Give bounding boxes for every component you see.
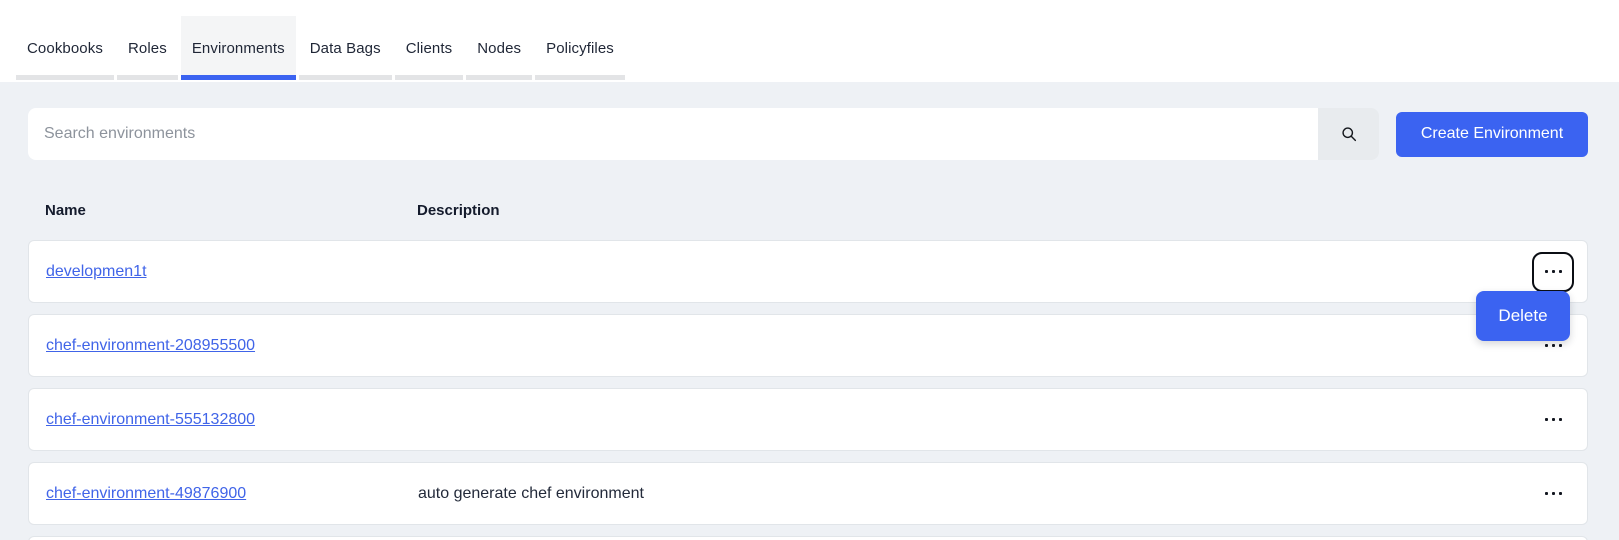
environments-table: developmen1t Delete chef-environment-208… — [28, 240, 1588, 540]
tab-label: Environments — [192, 40, 285, 57]
column-header-name: Name — [45, 202, 417, 219]
create-environment-button[interactable]: Create Environment — [1396, 112, 1588, 157]
row-menu-button[interactable] — [1532, 400, 1574, 440]
search-input[interactable] — [28, 108, 1318, 160]
name-cell: chef-environment-49876900 — [46, 485, 418, 503]
tab-roles[interactable]: Roles — [117, 16, 178, 80]
tab-label: Policyfiles — [546, 40, 614, 57]
search-button[interactable] — [1318, 108, 1379, 160]
tab-data-bags[interactable]: Data Bags — [299, 16, 392, 80]
ellipsis-icon — [1545, 270, 1548, 273]
environment-link[interactable]: chef-environment-555132800 — [46, 411, 255, 428]
row-actions: Delete — [1532, 241, 1574, 302]
ellipsis-icon — [1545, 418, 1548, 421]
row-menu-button[interactable] — [1532, 474, 1574, 514]
tab-nodes[interactable]: Nodes — [466, 16, 532, 80]
table-row: chef-environment-555132800 — [28, 388, 1588, 451]
tab-label: Roles — [128, 40, 167, 57]
ellipsis-icon — [1545, 344, 1548, 347]
tab-environments[interactable]: Environments — [181, 16, 296, 80]
name-cell: developmen1t — [46, 263, 418, 281]
delete-menu-item[interactable]: Delete — [1476, 291, 1570, 341]
table-row: chef-environment-208955500 — [28, 314, 1588, 377]
tab-cookbooks[interactable]: Cookbooks — [16, 16, 114, 80]
search-icon — [1339, 124, 1359, 144]
table-row: chef-environment-49876900 auto generate … — [28, 462, 1588, 525]
tab-label: Nodes — [477, 40, 521, 57]
environments-page: Create Environment Name Description deve… — [28, 108, 1588, 540]
environment-link[interactable]: developmen1t — [46, 263, 147, 280]
tab-label: Cookbooks — [27, 40, 103, 57]
toolbar: Create Environment — [28, 108, 1588, 160]
row-actions — [1532, 463, 1574, 524]
description-cell: auto generate chef environment — [418, 485, 1532, 503]
tab-policyfiles[interactable]: Policyfiles — [535, 16, 625, 80]
row-actions — [1532, 389, 1574, 450]
tab-label: Data Bags — [310, 40, 381, 57]
table-row: developmen1t Delete — [28, 240, 1588, 303]
name-cell: chef-environment-555132800 — [46, 411, 418, 429]
resource-tabs: Cookbooks Roles Environments Data Bags C… — [16, 16, 625, 80]
column-header-description: Description — [417, 202, 1588, 219]
ellipsis-icon — [1545, 492, 1548, 495]
table-header: Name Description — [45, 202, 1588, 219]
name-cell: chef-environment-208955500 — [46, 337, 418, 355]
search-group — [28, 108, 1379, 160]
tab-clients[interactable]: Clients — [395, 16, 464, 80]
environment-link[interactable]: chef-environment-208955500 — [46, 337, 255, 354]
environment-link[interactable]: chef-environment-49876900 — [46, 485, 246, 502]
tab-label: Clients — [406, 40, 453, 57]
table-row-partial — [28, 536, 1588, 540]
tab-bar: Cookbooks Roles Environments Data Bags C… — [0, 0, 1619, 82]
row-menu-button[interactable] — [1532, 252, 1574, 292]
